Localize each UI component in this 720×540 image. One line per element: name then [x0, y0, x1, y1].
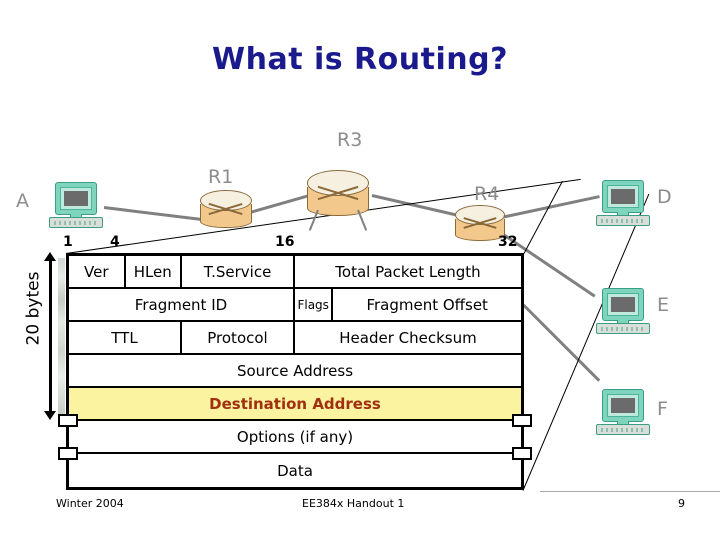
- ip-header-field: Fragment Offset: [366, 295, 488, 314]
- ip-header-field: T.Service: [182, 256, 295, 287]
- bit-tick-32: 32: [498, 234, 518, 250]
- router-label-r1: R1: [208, 166, 234, 188]
- footer-left: Winter 2004: [56, 497, 124, 510]
- ip-header-row: Fragment ID Flags Fragment Offset: [69, 289, 521, 322]
- slide: What is Routing? A R1 R3 R4 D E F 1 4 16…: [0, 0, 720, 540]
- ip-header-row: TTL Protocol Header Checksum: [69, 322, 521, 355]
- computer-icon: [48, 182, 106, 230]
- ip-header-field: HLen: [126, 256, 182, 287]
- header-size-label: 20 bytes: [23, 271, 44, 346]
- router-icon: [307, 170, 369, 231]
- break-notch: [512, 447, 532, 460]
- ip-header-table: Ver HLen T.Service Total Packet Length Fragm…: [58, 253, 532, 490]
- ip-header-field: Fragment ID: [69, 289, 295, 320]
- ip-header-field: Destination Address: [69, 388, 521, 419]
- host-label-d: D: [657, 186, 672, 208]
- host-label-a: A: [16, 190, 29, 212]
- computer-icon: [595, 180, 653, 228]
- break-notch: [512, 414, 532, 427]
- ip-header-row: Source Address: [69, 355, 521, 388]
- ip-header-field: Total Packet Length: [335, 262, 481, 281]
- host-label-f: F: [657, 398, 668, 420]
- footer-center: EE384x Handout 1: [302, 497, 405, 510]
- router-icon: [200, 190, 252, 228]
- computer-icon: [595, 288, 653, 336]
- link-r4-f: [518, 300, 601, 382]
- footer-divider: [540, 491, 720, 492]
- router-label-r4: R4: [474, 183, 500, 205]
- bit-tick-4: 4: [110, 234, 120, 250]
- callout-line-bottom: [522, 193, 650, 491]
- scroll-strip: [58, 258, 65, 418]
- ip-header-field: Protocol: [182, 322, 295, 353]
- router-label-r3: R3: [337, 129, 363, 151]
- ip-header-field: Flags: [295, 289, 334, 320]
- break-notch: [58, 447, 78, 460]
- ip-header-row: Options (if any): [58, 414, 532, 454]
- ip-header-field: Ver: [69, 256, 126, 287]
- ip-header-field: Source Address: [236, 361, 354, 380]
- ip-header-field: Options (if any): [236, 427, 354, 446]
- link-a-r1: [103, 206, 212, 223]
- ip-header-field: Header Checksum: [339, 328, 477, 347]
- callout-line-right: [523, 180, 563, 254]
- header-size-arrow: [44, 252, 57, 420]
- footer-page-number: 9: [678, 497, 685, 510]
- ip-header-row: Destination Address: [69, 388, 521, 421]
- ip-header-field: Data: [277, 461, 313, 480]
- ip-header-row: Ver HLen T.Service Total Packet Length: [69, 256, 521, 289]
- ip-header-field: TTL: [69, 322, 182, 353]
- host-label-e: E: [657, 294, 670, 316]
- bit-tick-1: 1: [63, 234, 73, 250]
- bit-tick-16: 16: [275, 234, 295, 250]
- break-notch: [58, 414, 78, 427]
- ip-header-row: Data: [58, 447, 532, 487]
- computer-icon: [595, 389, 653, 437]
